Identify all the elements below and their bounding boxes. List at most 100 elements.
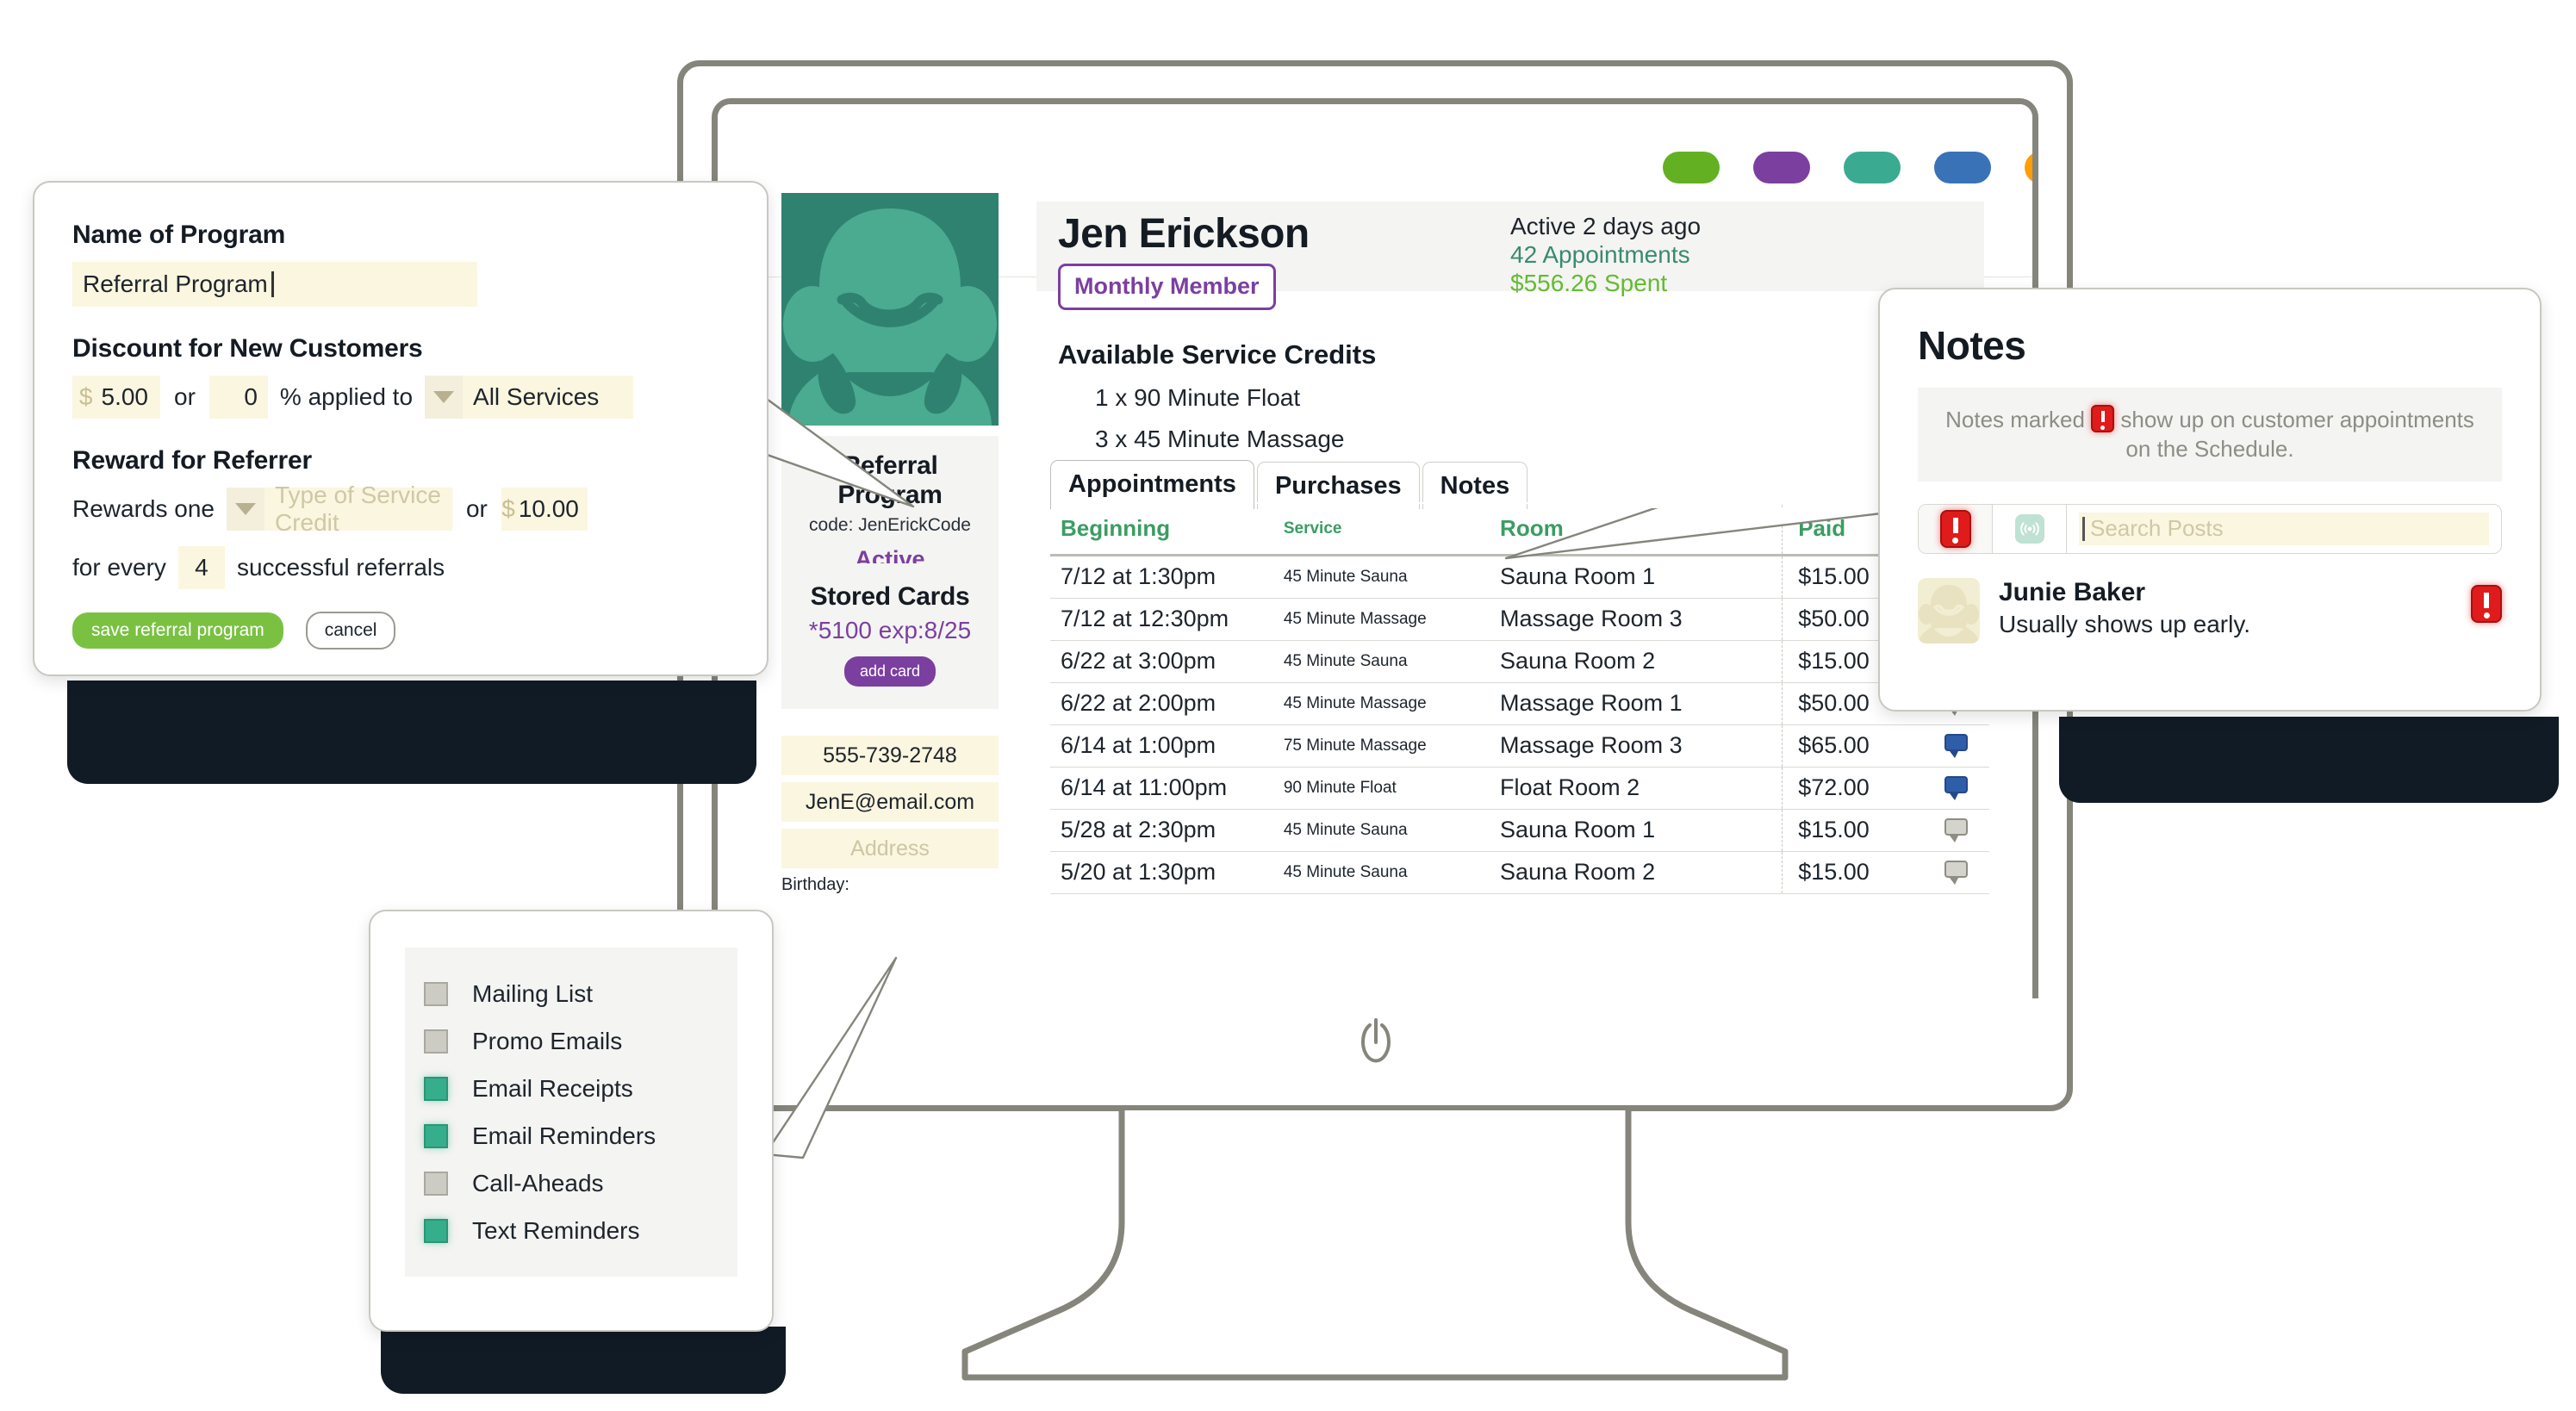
checkbox-icon[interactable] <box>424 1218 448 1243</box>
note-bubble-icon <box>1944 861 1969 885</box>
search-input[interactable]: Search Posts <box>2079 512 2489 545</box>
checkbox-icon[interactable] <box>424 1171 448 1196</box>
preference-row-4[interactable]: Call-Aheads <box>424 1159 719 1207</box>
preference-label: Email Reminders <box>472 1122 656 1149</box>
cell-paid: $15.00 <box>1782 809 1924 852</box>
checkbox-icon[interactable] <box>424 1029 448 1054</box>
reward-credit-select[interactable]: Type of Service Credit <box>264 482 452 536</box>
cell-room: Massage Room 1 <box>1500 682 1783 725</box>
preference-row-2[interactable]: Email Receipts <box>424 1065 719 1112</box>
email-field[interactable]: JenE@email.com <box>781 782 999 822</box>
add-card-button[interactable]: add card <box>843 656 936 687</box>
discount-amount-input[interactable]: $ 5.00 <box>72 376 160 419</box>
note-bubble-icon <box>1944 818 1969 842</box>
stored-card-number: *5100 exp:8/25 <box>808 617 972 643</box>
table-row[interactable]: 6/22 at 2:00pm 45 Minute Massage Massage R… <box>1050 682 1989 725</box>
table-row[interactable]: 6/14 at 11:00pm 90 Minute Float Float Room… <box>1050 767 1989 810</box>
table-row[interactable]: 5/28 at 2:30pm 45 Minute Sauna Sauna Room … <box>1050 809 1989 852</box>
chevron-down-icon[interactable] <box>425 376 464 419</box>
nav-pill-2[interactable] <box>1844 152 1901 183</box>
col-beginning[interactable]: Beginning <box>1050 505 1284 556</box>
cell-beginning: 6/22 at 3:00pm <box>1050 640 1284 683</box>
referral-count-value: 4 <box>195 554 208 581</box>
checkbox-icon[interactable] <box>424 981 448 1006</box>
cell-note[interactable] <box>1923 724 1989 768</box>
cell-note[interactable] <box>1923 851 1989 894</box>
table-row[interactable]: 5/20 at 1:30pm 45 Minute Sauna Sauna Room … <box>1050 851 1989 894</box>
phone-field[interactable]: 555-739-2748 <box>781 736 999 775</box>
discount-amount-value: 5.00 <box>101 383 149 410</box>
leader-line-prefs <box>763 956 898 1159</box>
note-bubble-icon <box>1944 776 1969 800</box>
nav-pill-3[interactable] <box>1934 152 1991 183</box>
preference-row-5[interactable]: Text Reminders <box>424 1207 719 1254</box>
text-caret <box>271 271 274 297</box>
reward-credit-placeholder: Type of Service Credit <box>274 482 441 536</box>
preference-label: Mailing List <box>472 979 594 1007</box>
preference-row-0[interactable]: Mailing List <box>424 970 719 1017</box>
stored-cards-card: Stored Cards *5100 exp:8/25 add card <box>781 563 999 709</box>
notes-hint-after: show up on customer appointments on the … <box>2120 407 2474 462</box>
discount-row: $ 5.00 or 0 % applied to All Services <box>72 376 729 419</box>
preference-row-1[interactable]: Promo Emails <box>424 1017 719 1065</box>
top-nav-bar <box>718 104 2032 199</box>
note-text: Usually shows up early. <box>1999 610 2251 637</box>
search-posts-wrap: Search Posts <box>2067 505 2501 553</box>
referral-count-row: for every 4 successful referrals <box>72 546 729 589</box>
cell-beginning: 5/20 at 1:30pm <box>1050 851 1284 894</box>
cell-room: Sauna Room 2 <box>1500 851 1783 894</box>
cell-paid: $15.00 <box>1782 851 1924 894</box>
cell-beginning: 6/22 at 2:00pm <box>1050 682 1284 725</box>
amount-spent[interactable]: $556.26 Spent <box>1510 269 1701 297</box>
preference-label: Call-Aheads <box>472 1169 604 1197</box>
discount-percent-value: 0 <box>244 383 258 410</box>
appointments-count[interactable]: 42 Appointments <box>1510 240 1701 269</box>
col-service[interactable]: Service <box>1284 505 1500 556</box>
referral-count-input[interactable]: 4 <box>177 546 225 589</box>
leader-line-referral <box>743 381 915 508</box>
save-referral-program-button[interactable]: save referral program <box>72 612 283 649</box>
power-icon[interactable] <box>1360 1016 1392 1070</box>
chevron-down-icon-2[interactable] <box>226 488 264 531</box>
shadow-right <box>2059 717 2559 803</box>
address-field[interactable]: Address <box>781 829 999 868</box>
nav-pill-1[interactable] <box>1753 152 1810 183</box>
discount-scope-select[interactable]: All Services <box>463 376 634 419</box>
tab-appointments[interactable]: Appointments <box>1050 460 1254 509</box>
preference-row-3[interactable]: Email Reminders <box>424 1112 719 1159</box>
cell-note[interactable] <box>1923 809 1989 852</box>
cell-beginning: 7/12 at 12:30pm <box>1050 598 1284 641</box>
cell-note[interactable] <box>1923 767 1989 810</box>
list-item[interactable]: Junie Baker Usually shows up early. <box>1918 577 2502 643</box>
cell-beginning: 7/12 at 1:30pm <box>1050 555 1284 599</box>
notes-hint-before: Notes marked <box>1945 407 2085 432</box>
preference-label: Promo Emails <box>472 1027 623 1054</box>
cancel-button[interactable]: cancel <box>305 612 396 650</box>
notes-title: Notes <box>1918 323 2026 368</box>
filter-broadcast-button[interactable] <box>1993 504 2067 553</box>
search-placeholder: Search Posts <box>2090 515 2224 542</box>
discount-percent-input[interactable]: 0 <box>208 376 268 419</box>
communication-preferences-panel: Mailing List Promo Emails Email Receipts Em… <box>369 910 774 1332</box>
cell-beginning: 5/28 at 2:30pm <box>1050 809 1284 852</box>
alert-flag-icon-3[interactable] <box>2471 584 2502 623</box>
checkbox-icon[interactable] <box>424 1076 448 1101</box>
discount-label: Discount for New Customers <box>72 334 423 363</box>
checkbox-icon[interactable] <box>424 1123 448 1148</box>
nav-pill-4[interactable] <box>2025 152 2032 183</box>
program-name-label: Name of Program <box>72 221 286 249</box>
program-name-input[interactable]: Referral Program <box>72 262 477 307</box>
cell-service: 45 Minute Sauna <box>1283 809 1501 852</box>
program-name-value: Referral Program <box>83 270 268 297</box>
filter-flagged-button[interactable] <box>1919 504 1993 553</box>
every-prefix-text: for every <box>72 554 166 581</box>
preference-label: Email Receipts <box>472 1074 633 1102</box>
cell-paid: $72.00 <box>1782 767 1924 810</box>
table-row[interactable]: 6/14 at 1:00pm 75 Minute Massage Massage R… <box>1050 724 1989 768</box>
notes-panel: Notes Notes marked show up on customer a… <box>1878 288 2542 712</box>
status-badge: Monthly Member <box>1058 264 1276 310</box>
nav-pill-0[interactable] <box>1663 152 1720 183</box>
preferences-list: Mailing List Promo Emails Email Receipts Em… <box>405 948 737 1277</box>
table-row[interactable]: 6/22 at 3:00pm 45 Minute Sauna Sauna Room … <box>1050 640 1989 683</box>
reward-amount-input[interactable]: $ 10.00 <box>501 488 588 531</box>
